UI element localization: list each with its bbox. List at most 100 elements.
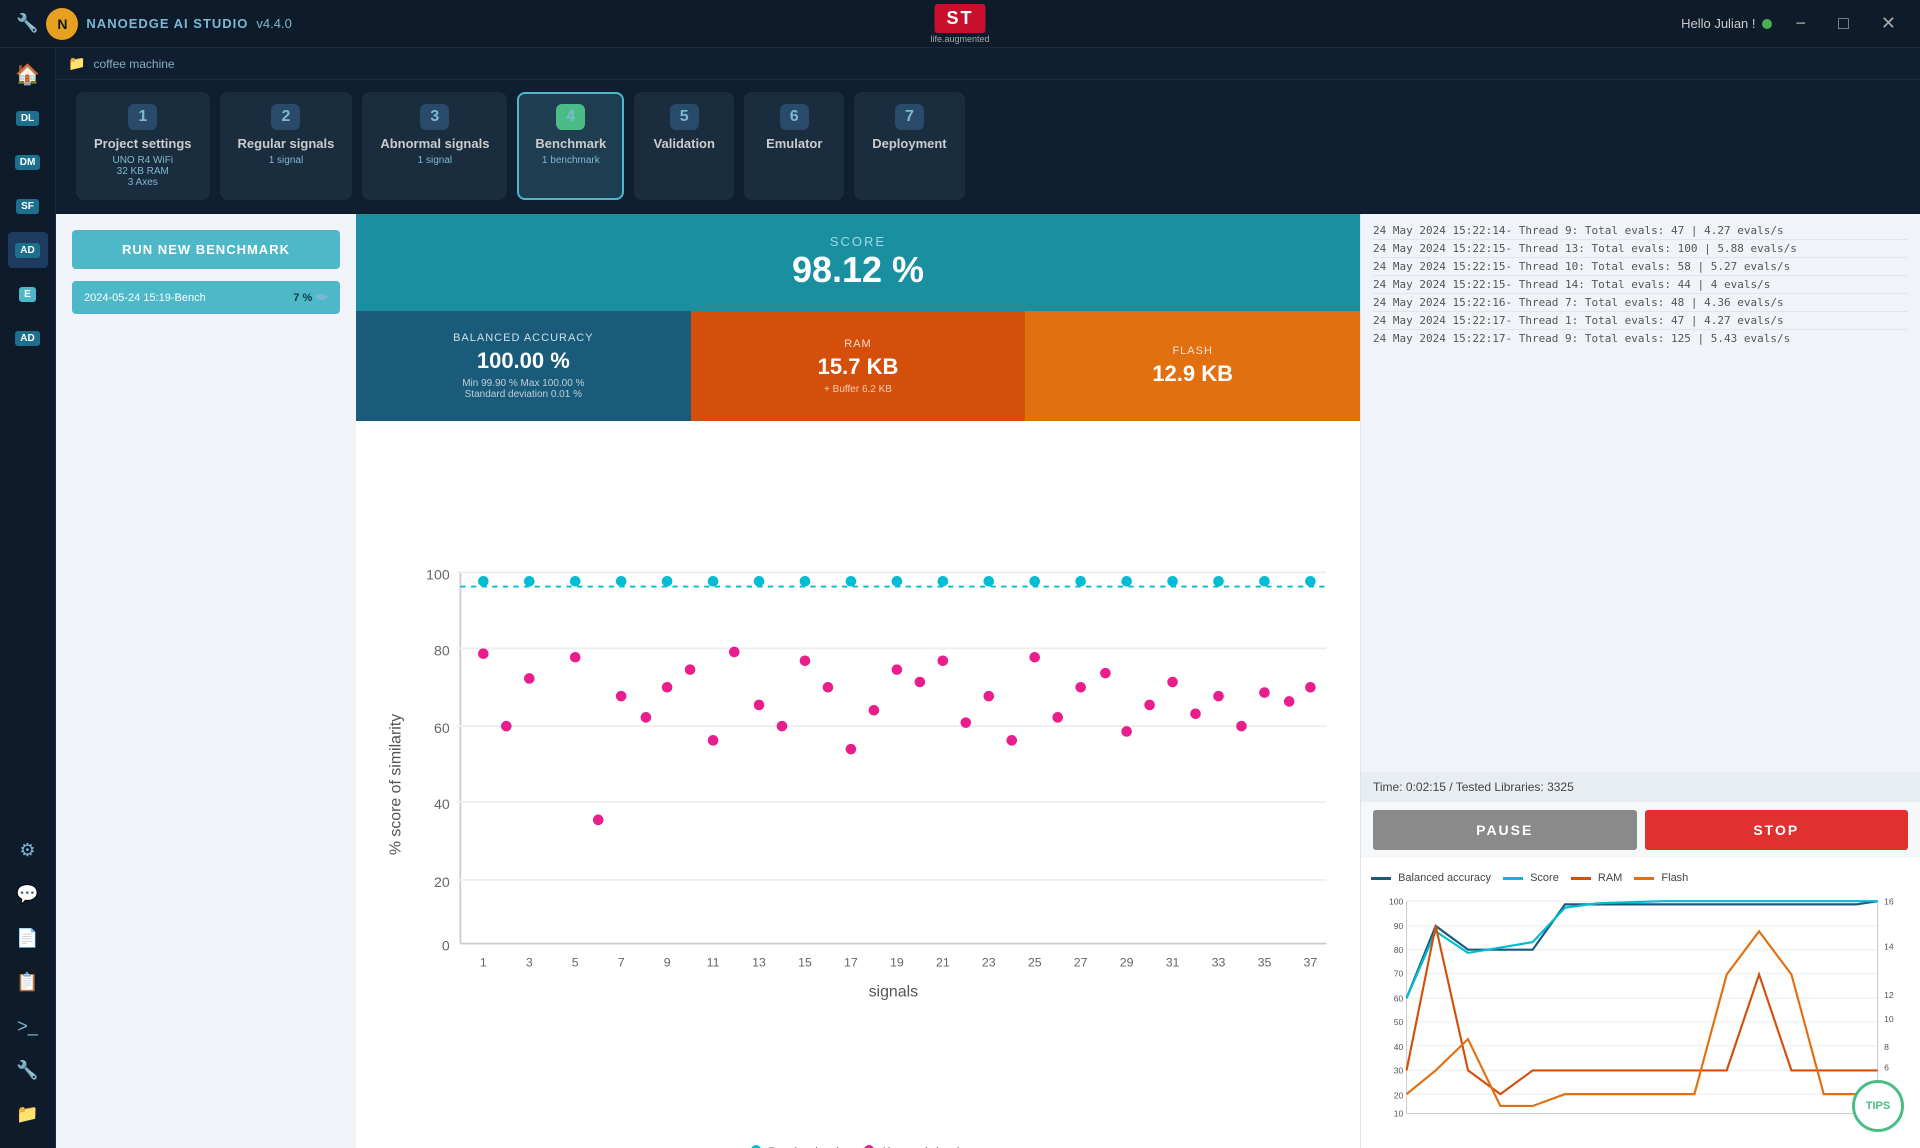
sidebar-doc-icon[interactable]: 📄: [10, 920, 46, 956]
edit-icon[interactable]: ✏: [316, 289, 328, 306]
step-3-card[interactable]: 3 Abnormal signals 1 signal: [362, 92, 507, 200]
svg-text:signals: signals: [869, 984, 919, 1001]
log-line: 24 May 2024 15:22:15- Thread 14: Total e…: [1373, 276, 1908, 294]
step-4-label: Benchmark: [535, 136, 606, 151]
sidebar-item-ad2[interactable]: AD: [8, 320, 48, 356]
sidebar-terminal-icon[interactable]: >_: [10, 1008, 46, 1044]
benchmark-item[interactable]: 2024-05-24 15:19-Bench 7 % ✏: [72, 281, 340, 314]
svg-text:3: 3: [526, 956, 533, 970]
step-2-card[interactable]: 2 Regular signals 1 signal: [220, 92, 353, 200]
ram-metric: RAM 15.7 KB + Buffer 6.2 KB: [691, 311, 1026, 421]
scatter-chart-area: % score of similarity 100 80 60 40 20 0: [356, 421, 1360, 1148]
sidebar-file-icon[interactable]: 📋: [10, 964, 46, 1000]
pause-button[interactable]: PAUSE: [1373, 810, 1637, 850]
run-benchmark-button[interactable]: RUN NEW BENCHMARK: [72, 230, 340, 269]
sidebar-folder-icon[interactable]: 📁: [10, 1096, 46, 1132]
svg-text:16: 16: [1884, 896, 1894, 906]
accuracy-sub: Min 99.90 % Max 100.00 %Standard deviati…: [462, 378, 584, 400]
score-line: [1503, 877, 1523, 880]
sidebar-label-dl: DL: [16, 111, 39, 126]
step-6-number: 6: [780, 104, 809, 130]
sidebar-item-e[interactable]: E: [8, 276, 48, 312]
sidebar-item-ad1[interactable]: AD: [8, 232, 48, 268]
svg-text:21: 21: [936, 956, 950, 970]
flash-value: 12.9 KB: [1152, 361, 1233, 387]
benchmark-item-percent: 7 % ✏: [293, 289, 328, 306]
svg-text:100: 100: [426, 566, 450, 582]
svg-text:80: 80: [1394, 945, 1404, 955]
content-area: RUN NEW BENCHMARK 2024-05-24 15:19-Bench…: [56, 214, 1920, 1148]
step-7-card[interactable]: 7 Deployment: [854, 92, 964, 200]
benchmark-item-label: 2024-05-24 15:19-Bench: [84, 292, 206, 304]
sidebar-bottom: ⚙ 💬 📄 📋 >_ 🔧 📁: [10, 832, 46, 1148]
metrics-row: BALANCED ACCURACY 100.00 % Min 99.90 % M…: [356, 311, 1360, 421]
step-6-card[interactable]: 6 Emulator: [744, 92, 844, 200]
svg-text:6: 6: [1884, 1062, 1889, 1072]
svg-text:33: 33: [1212, 956, 1226, 970]
svg-text:17: 17: [844, 956, 858, 970]
user-greeting: Hello Julian !: [1681, 16, 1771, 31]
app-title: NANOEDGE AI STUDIO: [86, 16, 248, 31]
breadcrumb: 📁 coffee machine: [56, 48, 1920, 80]
svg-text:23: 23: [982, 956, 996, 970]
user-status-dot: [1762, 19, 1772, 29]
perf-chart-svg: 100 90 80 70 60 50 40 30 20 10: [1371, 888, 1910, 1126]
step-1-sub: UNO R4 WiFi32 KB RAM3 Axes: [94, 155, 192, 188]
step-5-label: Validation: [652, 136, 716, 151]
svg-text:90: 90: [1394, 921, 1404, 931]
center-panel: SCORE 98.12 % BALANCED ACCURACY 100.00 %…: [356, 214, 1360, 1148]
svg-text:20: 20: [434, 874, 450, 890]
score-legend: Score: [1503, 872, 1559, 884]
svg-text:11: 11: [707, 956, 720, 970]
step-1-label: Project settings: [94, 136, 192, 151]
perf-legend: Balanced accuracy Score RAM Flash: [1371, 868, 1910, 888]
svg-text:13: 13: [752, 956, 766, 970]
svg-text:50: 50: [1394, 1017, 1404, 1027]
svg-text:15: 15: [798, 956, 812, 970]
step-2-label: Regular signals: [238, 136, 335, 151]
topbar-left: 🔧 N NANOEDGE AI STUDIO v4.4.0: [16, 8, 292, 40]
svg-text:40: 40: [434, 796, 450, 812]
sidebar-settings-icon[interactable]: ⚙: [10, 832, 46, 868]
step-2-number: 2: [271, 104, 300, 130]
right-panel: 24 May 2024 15:22:14- Thread 9: Total ev…: [1360, 214, 1920, 1148]
svg-text:0: 0: [442, 938, 450, 954]
nav-icon: 🔧: [16, 13, 38, 34]
sidebar-item-home[interactable]: 🏠: [8, 56, 48, 92]
sidebar-item-sf[interactable]: SF: [8, 188, 48, 224]
step-4-card[interactable]: 4 Benchmark 1 benchmark: [517, 92, 624, 200]
close-button[interactable]: ✕: [1873, 9, 1904, 38]
action-buttons: PAUSE STOP: [1361, 802, 1920, 858]
flash-legend: Flash: [1634, 872, 1688, 884]
sidebar-item-dm[interactable]: DM: [8, 144, 48, 180]
maximize-button[interactable]: □: [1830, 9, 1857, 38]
time-info: Time: 0:02:15 / Tested Libraries: 3325: [1361, 772, 1920, 802]
svg-text:10: 10: [1394, 1109, 1404, 1119]
svg-text:14: 14: [1884, 942, 1894, 952]
ram-sub: + Buffer 6.2 KB: [824, 384, 892, 395]
logo-icon: N: [46, 8, 78, 40]
minimize-button[interactable]: −: [1788, 9, 1815, 38]
st-tagline: life.augmented: [930, 34, 989, 44]
step-4-sub: 1 benchmark: [535, 155, 606, 166]
steps-navigation: 1 Project settings UNO R4 WiFi32 KB RAM3…: [56, 80, 1920, 214]
stop-button[interactable]: STOP: [1645, 810, 1909, 850]
svg-text:37: 37: [1304, 956, 1318, 970]
left-panel: RUN NEW BENCHMARK 2024-05-24 15:19-Bench…: [56, 214, 356, 1148]
sidebar-item-dl[interactable]: DL: [8, 100, 48, 136]
tips-button[interactable]: TIPS: [1852, 1080, 1904, 1132]
accuracy-title: BALANCED ACCURACY: [453, 332, 593, 344]
step-1-card[interactable]: 1 Project settings UNO R4 WiFi32 KB RAM3…: [76, 92, 210, 200]
sidebar-label-ad1: AD: [15, 243, 39, 258]
step-5-card[interactable]: 5 Validation: [634, 92, 734, 200]
svg-text:12: 12: [1884, 990, 1894, 1000]
log-line: 24 May 2024 15:22:15- Thread 13: Total e…: [1373, 240, 1908, 258]
svg-text:% score of similarity: % score of similarity: [387, 714, 404, 855]
svg-text:31: 31: [1166, 956, 1180, 970]
step-5-number: 5: [670, 104, 699, 130]
sidebar-chat-icon[interactable]: 💬: [10, 876, 46, 912]
topbar-center: ST life.augmented: [930, 4, 989, 44]
svg-text:60: 60: [434, 720, 450, 736]
step-7-number: 7: [895, 104, 924, 130]
sidebar-config-icon[interactable]: 🔧: [10, 1052, 46, 1088]
